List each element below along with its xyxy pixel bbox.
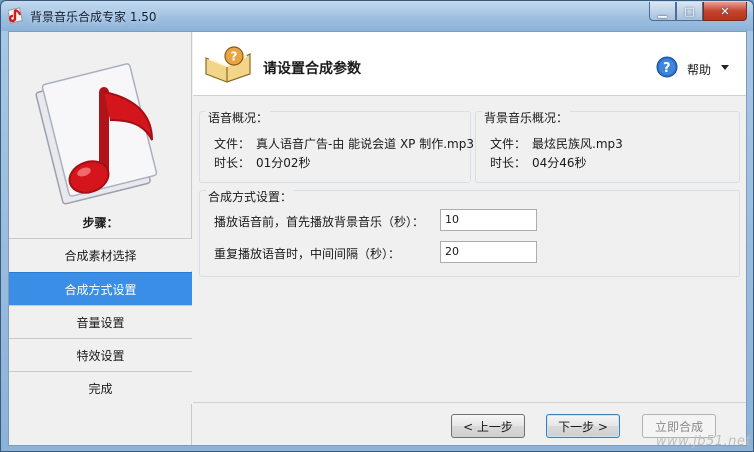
music-overview-title: 背景音乐概况：: [482, 111, 571, 125]
svg-text:?: ?: [231, 50, 238, 64]
interval-seconds-input[interactable]: 20: [440, 241, 537, 263]
mix-settings-group: 合成方式设置： 播放语音前，首先播放背景音乐（秒）： 10 重复播放语音时，中间…: [199, 190, 740, 277]
voice-file-row: 文件： 真人语音广告-由 能说会道 XP 制作.mp3: [214, 135, 474, 152]
window-title: 背景音乐合成专家 1.50: [30, 10, 157, 24]
steps-sidebar: 步骤： 合成素材选择 合成方式设置 音量设置 特效设置 完成: [9, 32, 192, 445]
pre-play-seconds-input[interactable]: 10: [440, 209, 537, 231]
music-overview-group: 背景音乐概况： 文件： 最炫民族风.mp3 时长： 04分46秒: [475, 111, 740, 183]
step-mix-mode[interactable]: 合成方式设置: [9, 272, 192, 305]
app-window: 背景音乐合成专家 1.50 ▁ □ ✕ 步骤： 合成素材选择 合成方式设置 音量…: [0, 0, 754, 452]
interval-label: 重复播放语音时，中间间隔（秒）：: [214, 247, 401, 261]
step-material-select[interactable]: 合成素材选择: [9, 238, 192, 271]
close-button[interactable]: ✕: [703, 2, 747, 21]
main-panel: ? 请设置合成参数 ? 帮助 语音概况： 文件： 真人语音广告-由 能说会道 XP…: [193, 32, 746, 445]
help-icon[interactable]: ?: [656, 56, 678, 78]
voice-file-value: 真人语音广告-由 能说会道 XP 制作.mp3: [256, 137, 474, 151]
music-note-logo-icon: [35, 63, 158, 205]
help-menu-label[interactable]: 帮助: [687, 61, 711, 78]
voice-file-key: 文件：: [214, 137, 251, 151]
title-bar[interactable]: 背景音乐合成专家 1.50 ▁ □ ✕: [1, 1, 753, 31]
step-label: 合成方式设置: [64, 282, 137, 297]
site-watermark: www.jb51.net: [655, 434, 751, 449]
step-label: 合成素材选择: [64, 248, 137, 263]
music-duration-row: 时长： 04分46秒: [490, 154, 587, 171]
maximize-button[interactable]: □: [676, 2, 703, 21]
minimize-icon: ▁: [658, 4, 667, 18]
window-controls: ▁ □ ✕: [649, 2, 747, 21]
next-button[interactable]: 下一步 >: [546, 414, 620, 438]
music-duration-value: 04分46秒: [532, 156, 587, 170]
steps-title: 步骤：: [82, 216, 119, 230]
client-area: 步骤： 合成素材选择 合成方式设置 音量设置 特效设置 完成 ? 请设置合成参数: [8, 31, 747, 446]
voice-overview-title: 语音概况：: [206, 111, 271, 125]
maximize-icon: □: [684, 4, 695, 18]
voice-duration-row: 时长： 01分02秒: [214, 154, 311, 171]
voice-overview-group: 语音概况： 文件： 真人语音广告-由 能说会道 XP 制作.mp3 时长： 01分0…: [199, 111, 474, 183]
help-book-icon: ?: [205, 46, 251, 83]
chevron-down-icon[interactable]: [721, 65, 729, 70]
app-music-icon: [8, 7, 23, 24]
step-volume[interactable]: 音量设置: [9, 305, 192, 338]
voice-duration-key: 时长：: [214, 156, 251, 170]
prev-button[interactable]: < 上一步: [451, 414, 525, 438]
step-label: 特效设置: [76, 348, 125, 363]
voice-duration-value: 01分02秒: [256, 156, 311, 170]
music-file-row: 文件： 最炫民族风.mp3: [490, 135, 623, 152]
step-finish[interactable]: 完成: [9, 371, 192, 404]
mix-settings-title: 合成方式设置：: [206, 190, 295, 204]
minimize-button[interactable]: ▁: [649, 2, 676, 21]
music-file-key: 文件：: [490, 137, 527, 151]
music-duration-key: 时长：: [490, 156, 527, 170]
step-label: 音量设置: [76, 315, 125, 330]
step-effects[interactable]: 特效设置: [9, 338, 192, 371]
step-label: 完成: [88, 381, 113, 396]
close-icon: ✕: [720, 4, 730, 18]
page-title: 请设置合成参数: [263, 61, 361, 77]
music-file-value: 最炫民族风.mp3: [532, 137, 623, 151]
pre-play-label: 播放语音前，首先播放背景音乐（秒）：: [214, 215, 425, 229]
svg-text:?: ?: [663, 61, 671, 76]
page-header: ? 请设置合成参数 ? 帮助: [193, 32, 746, 96]
